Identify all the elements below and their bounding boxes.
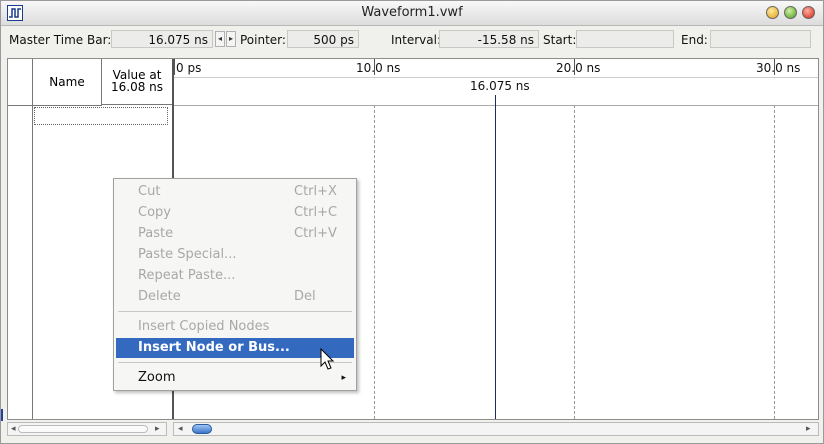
- interval-label: Interval:: [391, 33, 441, 47]
- ruler-label-30: 30.0 ns: [756, 61, 801, 75]
- waveform-scrollbar[interactable]: ◂ ▸: [173, 422, 819, 436]
- value-column-header[interactable]: Value at 16.08 ns: [102, 59, 172, 105]
- menu-item-delete[interactable]: Delete Del: [116, 287, 354, 307]
- ruler-tick: [174, 59, 175, 75]
- start-label: Start:: [543, 33, 577, 47]
- start-field: [576, 30, 674, 48]
- ruler-label-20: 20.0 ns: [556, 61, 601, 75]
- name-column-header[interactable]: Name: [33, 59, 102, 106]
- master-time-cursor-label: 16.075 ns: [470, 79, 530, 93]
- master-time-prev-button[interactable]: ◂: [215, 31, 225, 47]
- end-field: [710, 30, 811, 48]
- waveform-scroll-thumb[interactable]: [192, 424, 212, 434]
- end-label: End:: [681, 33, 708, 47]
- minimize-button[interactable]: [766, 6, 779, 19]
- menu-item-insert-copied-nodes[interactable]: Insert Copied Nodes: [116, 317, 354, 337]
- menu-separator: [118, 311, 352, 312]
- pointer-field: 500 ps: [287, 30, 359, 48]
- grid-line-10ns: [374, 105, 375, 419]
- pointer-label: Pointer:: [240, 33, 286, 47]
- scroll-left-icon[interactable]: ◂: [178, 423, 183, 435]
- menu-separator: [118, 362, 352, 363]
- row-header-divider: [32, 105, 33, 419]
- interval-field: -15.58 ns: [439, 30, 539, 48]
- menu-item-paste[interactable]: Paste Ctrl+V: [116, 224, 354, 244]
- node-pane-scroll-thumb[interactable]: [18, 425, 148, 433]
- window-title: Waveform1.vwf: [361, 5, 463, 20]
- title-bar[interactable]: Waveform1.vwf: [1, 1, 823, 26]
- master-time-next-button[interactable]: ▸: [226, 31, 236, 47]
- grid-line-20ns: [574, 105, 575, 419]
- master-time-bar-line[interactable]: [495, 95, 496, 419]
- maximize-button[interactable]: [784, 6, 797, 19]
- ruler-label-0: 0 ps: [176, 61, 202, 75]
- row-header-corner: [8, 59, 33, 106]
- value-header-line2: 16.08 ns: [110, 80, 164, 94]
- menu-item-insert-node-or-bus[interactable]: Insert Node or Bus...: [116, 338, 354, 358]
- menu-item-copy[interactable]: Copy Ctrl+C: [116, 203, 354, 223]
- menu-item-cut[interactable]: Cut Ctrl+X: [116, 182, 354, 202]
- empty-node-row[interactable]: [34, 107, 168, 125]
- master-time-bar-label: Master Time Bar:: [9, 33, 112, 47]
- menu-item-zoom[interactable]: Zoom ▸: [116, 368, 354, 388]
- scroll-right-icon[interactable]: ▸: [155, 423, 160, 435]
- ruler-label-10: 10.0 ns: [356, 61, 401, 75]
- ruler-divider: [174, 77, 818, 78]
- scroll-right-icon[interactable]: ▸: [806, 423, 811, 435]
- time-bar-toolbar: Master Time Bar: 16.075 ns ◂ ▸ Pointer: …: [1, 28, 823, 52]
- menu-item-paste-special[interactable]: Paste Special...: [116, 245, 354, 265]
- left-edge-marker: [1, 409, 3, 421]
- menu-item-repeat-paste[interactable]: Repeat Paste...: [116, 266, 354, 286]
- grid-line-30ns: [774, 105, 775, 419]
- master-time-bar-field[interactable]: 16.075 ns: [111, 30, 213, 48]
- mouse-pointer-icon: [320, 348, 335, 370]
- node-pane-scrollbar[interactable]: ◂ ▸: [7, 422, 167, 436]
- close-button[interactable]: [802, 6, 815, 19]
- submenu-arrow-icon: ▸: [341, 373, 346, 383]
- time-ruler[interactable]: 0 ps 10.0 ns 20.0 ns 30.0 ns 16.075 ns: [174, 59, 818, 106]
- scroll-left-icon[interactable]: ◂: [11, 423, 16, 435]
